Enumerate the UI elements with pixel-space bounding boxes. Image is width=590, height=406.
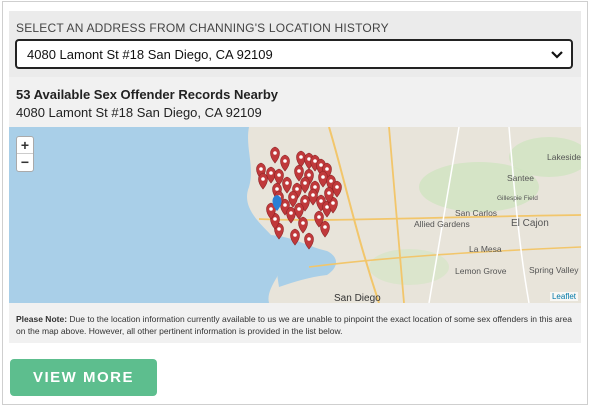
address-selector-panel: SELECT AN ADDRESS FROM CHANNING'S LOCATI…: [9, 11, 581, 77]
address-select[interactable]: 4080 Lamont St #18 San Diego, CA 92109: [15, 39, 573, 69]
pin-dot: [307, 237, 311, 241]
pin-dot: [307, 173, 311, 177]
pin-dot: [293, 233, 297, 237]
pin-dot: [325, 205, 329, 209]
pin-dot: [283, 159, 287, 163]
view-more-button[interactable]: VIEW MORE: [10, 359, 157, 396]
zoom-in-button[interactable]: +: [17, 137, 33, 154]
pin-dot: [327, 191, 331, 195]
offender-pin-icon[interactable]: [318, 170, 328, 188]
results-address: 4080 Lamont St #18 San Diego, CA 92109: [16, 105, 262, 120]
pin-dot: [269, 207, 273, 211]
pin-dot: [283, 203, 287, 207]
offender-pin-icon[interactable]: [274, 168, 284, 186]
pin-dot: [313, 159, 317, 163]
offender-pin-icon[interactable]: [300, 176, 310, 194]
pin-dot: [295, 187, 299, 191]
pin-dot: [323, 225, 327, 229]
zoom-control: + −: [16, 136, 34, 172]
note-label: Please Note:: [16, 314, 68, 324]
map-label-allied-gardens: Allied Gardens: [414, 219, 470, 229]
pin-dot: [269, 171, 273, 175]
map-attribution[interactable]: Leaflet: [549, 292, 578, 301]
map-canvas[interactable]: Lakeside Santee Gillespie Field San Carl…: [9, 127, 581, 303]
map-label-lakeside: Lakeside: [547, 152, 581, 162]
offender-pin-icon[interactable]: [280, 154, 290, 172]
chevron-down-icon: [551, 51, 563, 59]
pin-dot: [319, 199, 323, 203]
pin-dot: [331, 201, 335, 205]
offender-pin-icon[interactable]: [296, 150, 306, 168]
pin-dot: [297, 169, 301, 173]
offender-pin-icon[interactable]: [258, 172, 268, 190]
pin-dot: [335, 185, 339, 189]
map-label-el-cajon: El Cajon: [511, 218, 549, 229]
offender-pin-icon[interactable]: [308, 188, 318, 206]
map-label-san-diego: San Diego: [334, 293, 381, 303]
pin-dot: [321, 175, 325, 179]
map-label-spring-valley: Spring Valley: [529, 265, 579, 275]
selector-heading: SELECT AN ADDRESS FROM CHANNING'S LOCATI…: [16, 21, 389, 35]
results-count-title: 53 Available Sex Offender Records Nearby: [16, 87, 279, 102]
pin-dot: [317, 215, 321, 219]
pin-dot: [329, 179, 333, 183]
offender-pin-icon[interactable]: [332, 180, 342, 198]
pin-dot: [275, 187, 279, 191]
pin-dot: [301, 221, 305, 225]
selected-address: 4080 Lamont St #18 San Diego, CA 92109: [27, 47, 273, 62]
zoom-out-button[interactable]: −: [17, 154, 33, 171]
pin-dot: [299, 155, 303, 159]
offender-pin-icon[interactable]: [298, 216, 308, 234]
pin-dot: [319, 163, 323, 167]
pin-dot: [259, 167, 263, 171]
map-label-lemon-grove: Lemon Grove: [455, 266, 507, 276]
pin-dot: [297, 207, 301, 211]
pin-dot: [325, 167, 329, 171]
location-note: Please Note: Due to the location informa…: [16, 313, 576, 337]
offender-pin-icon[interactable]: [320, 220, 330, 238]
offender-pin-icon[interactable]: [266, 166, 276, 184]
pin-dot: [285, 181, 289, 185]
pin-dot: [277, 227, 281, 231]
leaflet-attribution-link[interactable]: Leaflet: [552, 292, 576, 301]
pin-dot: [311, 193, 315, 197]
pin-dot: [289, 211, 293, 215]
offender-pin-icon[interactable]: [270, 146, 280, 164]
pin-dot: [291, 195, 295, 199]
pin-dot: [261, 177, 265, 181]
offender-map[interactable]: Lakeside Santee Gillespie Field San Carl…: [9, 127, 581, 303]
pin-dot: [303, 181, 307, 185]
pin-dot: [273, 151, 277, 155]
map-label-la-mesa: La Mesa: [469, 244, 502, 254]
offender-pin-icon[interactable]: [282, 176, 292, 194]
map-label-gillespie: Gillespie Field: [497, 195, 538, 202]
map-label-san-carlos: San Carlos: [455, 208, 497, 218]
note-text: Due to the location information currentl…: [16, 314, 572, 336]
pin-dot: [303, 199, 307, 203]
offender-pin-icon[interactable]: [294, 202, 304, 220]
map-label-santee: Santee: [507, 173, 534, 183]
pin-dot: [277, 173, 281, 177]
pin-dot: [273, 217, 277, 221]
pin-dot: [313, 185, 317, 189]
results-panel: 53 Available Sex Offender Records Nearby…: [9, 77, 581, 343]
